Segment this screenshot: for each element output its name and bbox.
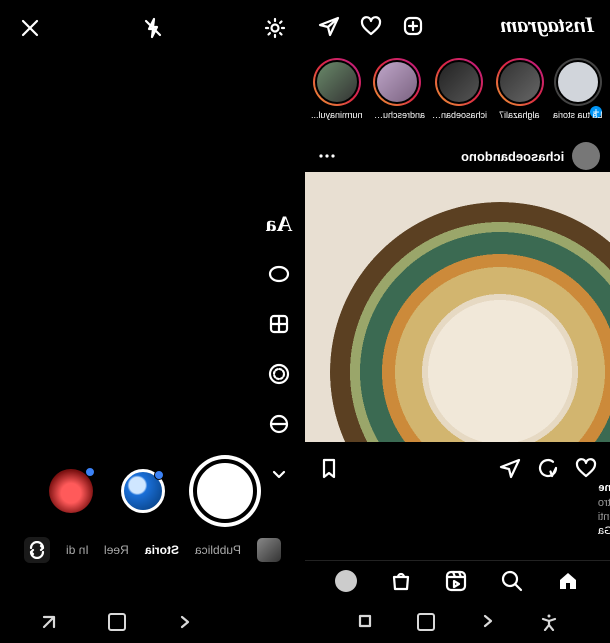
mode-indi[interactable]: In di — [66, 543, 89, 557]
search-tab-icon[interactable] — [500, 569, 524, 593]
instagram-logo: Instagram — [500, 12, 594, 38]
heart-icon[interactable] — [359, 14, 383, 38]
camera-top-bar — [0, 0, 305, 48]
close-icon[interactable] — [18, 16, 42, 40]
camera-panel: Aa In di Reel Storia Pubblica — [0, 0, 305, 643]
story-item[interactable]: nurminayul... — [311, 58, 363, 120]
feed-panel: Instagram + La tua storia alghazali7 ich… — [305, 0, 610, 643]
story-item[interactable]: andreschuer... — [369, 58, 425, 120]
bookmark-icon[interactable] — [317, 456, 341, 480]
mode-selector: In di Reel Storia Pubblica — [0, 537, 305, 563]
effect-thumbnail[interactable] — [49, 469, 93, 513]
multi-capture-icon[interactable] — [265, 360, 293, 388]
new-post-icon[interactable] — [401, 14, 425, 38]
stories-bar[interactable]: + La tua storia alghazali7 ichasoeband..… — [305, 52, 610, 128]
gallery-thumb[interactable] — [257, 538, 281, 562]
feed-header-icons — [317, 14, 425, 38]
comment-icon[interactable] — [536, 456, 560, 480]
back-icon[interactable] — [480, 613, 496, 629]
direct-message-icon[interactable] — [317, 14, 341, 38]
bottom-nav — [305, 560, 610, 601]
effect-thumbnail[interactable] — [121, 469, 165, 513]
camera-switch-icon[interactable] — [24, 537, 50, 563]
boomerang-icon[interactable] — [265, 260, 293, 288]
reels-tab-icon[interactable] — [444, 569, 468, 593]
more-options-icon[interactable] — [315, 144, 339, 168]
like-icon[interactable] — [574, 456, 598, 480]
home-tab-icon[interactable] — [556, 569, 580, 593]
post-actions — [305, 450, 610, 486]
share-icon[interactable] — [498, 456, 522, 480]
likes-line[interactable]: Piace a nurminayuliani e migliaia di alt… — [598, 482, 610, 494]
layout-grid-icon[interactable] — [265, 310, 293, 338]
system-nav — [40, 613, 194, 631]
back-icon[interactable] — [176, 613, 194, 631]
mode-storia[interactable]: Storia — [145, 543, 179, 557]
home-icon[interactable] — [108, 613, 126, 631]
shutter-row — [0, 459, 305, 523]
post-captions: Piace a nurminayuliani e migliaia di alt… — [305, 482, 610, 537]
accessibility-icon[interactable] — [540, 613, 558, 631]
level-icon[interactable] — [265, 410, 293, 438]
caption-line[interactable]: ichasoebandono Teralu cinta dengan jajan… — [598, 496, 610, 509]
post-username[interactable]: ichasoebandono — [461, 149, 564, 164]
profile-tab-avatar[interactable] — [335, 570, 357, 592]
avatar[interactable] — [572, 142, 600, 170]
recents-icon[interactable] — [357, 613, 373, 629]
settings-gear-icon[interactable] — [263, 16, 287, 40]
mode-reel[interactable]: Reel — [104, 543, 129, 557]
home-icon[interactable] — [417, 613, 435, 631]
camera-tools: Aa — [265, 210, 293, 488]
shop-tab-icon[interactable] — [389, 569, 413, 593]
view-comments[interactable]: Visualizza tutti e 89 i commenti — [598, 511, 610, 523]
story-item[interactable]: ichasoeband... — [431, 58, 487, 120]
shutter-button[interactable] — [193, 459, 257, 523]
comment-line[interactable]: ichasoebandono @s.sukmawatii Samaa bange… — [598, 525, 610, 537]
flash-off-icon[interactable] — [141, 16, 165, 40]
system-nav — [305, 613, 610, 631]
story-own[interactable]: + La tua storia — [552, 58, 604, 120]
mode-pubblica[interactable]: Pubblica — [195, 543, 241, 557]
post-image[interactable] — [305, 172, 610, 442]
text-tool-icon[interactable]: Aa — [265, 210, 293, 238]
story-item[interactable]: alghazali7 — [493, 58, 545, 120]
recents-icon[interactable] — [40, 613, 58, 631]
